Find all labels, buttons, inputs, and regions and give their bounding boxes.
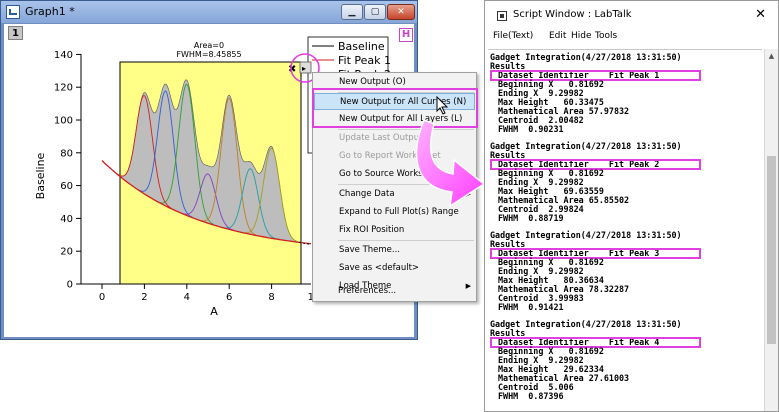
- area-annotation: Area=0: [194, 41, 224, 50]
- close-button[interactable]: ✕: [387, 4, 415, 20]
- script-title-bar[interactable]: Script Window : LabTalk ✕: [485, 1, 778, 31]
- menu-label: Save Theme...: [339, 245, 400, 255]
- x-tick-label: 8: [268, 292, 274, 303]
- maximize-button[interactable]: ▢: [364, 4, 386, 20]
- menu-label: Save as <default>: [339, 263, 420, 273]
- y-tick-label: 20: [60, 247, 73, 258]
- script-window[interactable]: Script Window : LabTalk ✕ File(Text) Edi…: [484, 0, 779, 412]
- y-tick-label: 80: [60, 148, 73, 159]
- x-tick-label: 4: [184, 292, 190, 303]
- fwhm-annotation: FWHM=8.45855: [176, 50, 241, 59]
- minimize-button[interactable]: ▁: [341, 4, 363, 20]
- script-title: Script Window : LabTalk: [513, 9, 632, 20]
- x-tick-label: 6: [226, 292, 232, 303]
- y-tick-label: 120: [54, 83, 73, 94]
- result-line: FWHM 0.90231: [498, 124, 564, 134]
- graph-window-icon: [6, 5, 20, 19]
- menu-file-text[interactable]: File(Text): [493, 31, 533, 41]
- menu-save-as-default[interactable]: Save as <default>: [314, 260, 475, 277]
- x-tick-label: 0: [99, 292, 105, 303]
- y-tick-label: 140: [54, 50, 73, 61]
- menu-save-theme[interactable]: Save Theme...: [314, 242, 475, 259]
- y-tick-label: 60: [60, 181, 73, 192]
- script-menu-bar: File(Text) Edit Hide Tools: [485, 31, 778, 46]
- result-line: FWHM 0.88719: [498, 213, 564, 223]
- roi-menu-arrow-icon: ▸: [302, 64, 306, 73]
- y-axis-ticks: 0 20 40 60 80 100 120 140: [54, 50, 81, 291]
- menu-hide[interactable]: Hide: [571, 31, 592, 41]
- scroll-up-icon[interactable]: ▲: [765, 49, 778, 63]
- x-tick-label: 2: [141, 292, 147, 303]
- close-icon[interactable]: ✕: [755, 7, 766, 22]
- graph-title: Graph1 *: [25, 5, 75, 18]
- menu-edit[interactable]: Edit: [549, 31, 566, 41]
- menu-label: Preferences...: [338, 286, 397, 296]
- menu-tools[interactable]: Tools: [595, 31, 617, 41]
- graph-title-bar[interactable]: Graph1 * ▁ ▢ ✕: [1, 1, 417, 23]
- vertical-scrollbar[interactable]: ▲: [764, 49, 778, 411]
- menu-preferences[interactable]: Preferences...: [313, 283, 474, 300]
- script-window-icon: [497, 11, 507, 21]
- x-axis-title: A: [210, 305, 218, 318]
- script-output-text[interactable]: Gadget Integration(4/27/2018 13:31:50) Re…: [488, 49, 762, 412]
- y-tick-label: 40: [60, 214, 73, 225]
- y-axis-title: Baseline: [34, 152, 47, 199]
- menu-label: Fix ROI Position: [339, 225, 405, 235]
- x-axis-ticks: 0246810: [99, 284, 320, 303]
- pointer-arrow-icon: [415, 119, 486, 208]
- menu-separator: [338, 240, 474, 241]
- result-line: FWHM 0.87396: [498, 391, 564, 401]
- y-tick-label: 0: [67, 280, 73, 291]
- menu-label: New Output (O): [339, 77, 406, 87]
- result-line: FWHM 0.91421: [498, 302, 564, 312]
- legend-baseline: Baseline: [338, 40, 385, 53]
- legend-fit-peak-1: Fit Peak 1: [338, 54, 391, 67]
- y-tick-label: 100: [54, 116, 73, 127]
- menu-label: Change Data: [339, 189, 395, 199]
- menu-fix-roi-position[interactable]: Fix ROI Position: [314, 222, 475, 239]
- scrollbar-thumb[interactable]: [767, 156, 776, 344]
